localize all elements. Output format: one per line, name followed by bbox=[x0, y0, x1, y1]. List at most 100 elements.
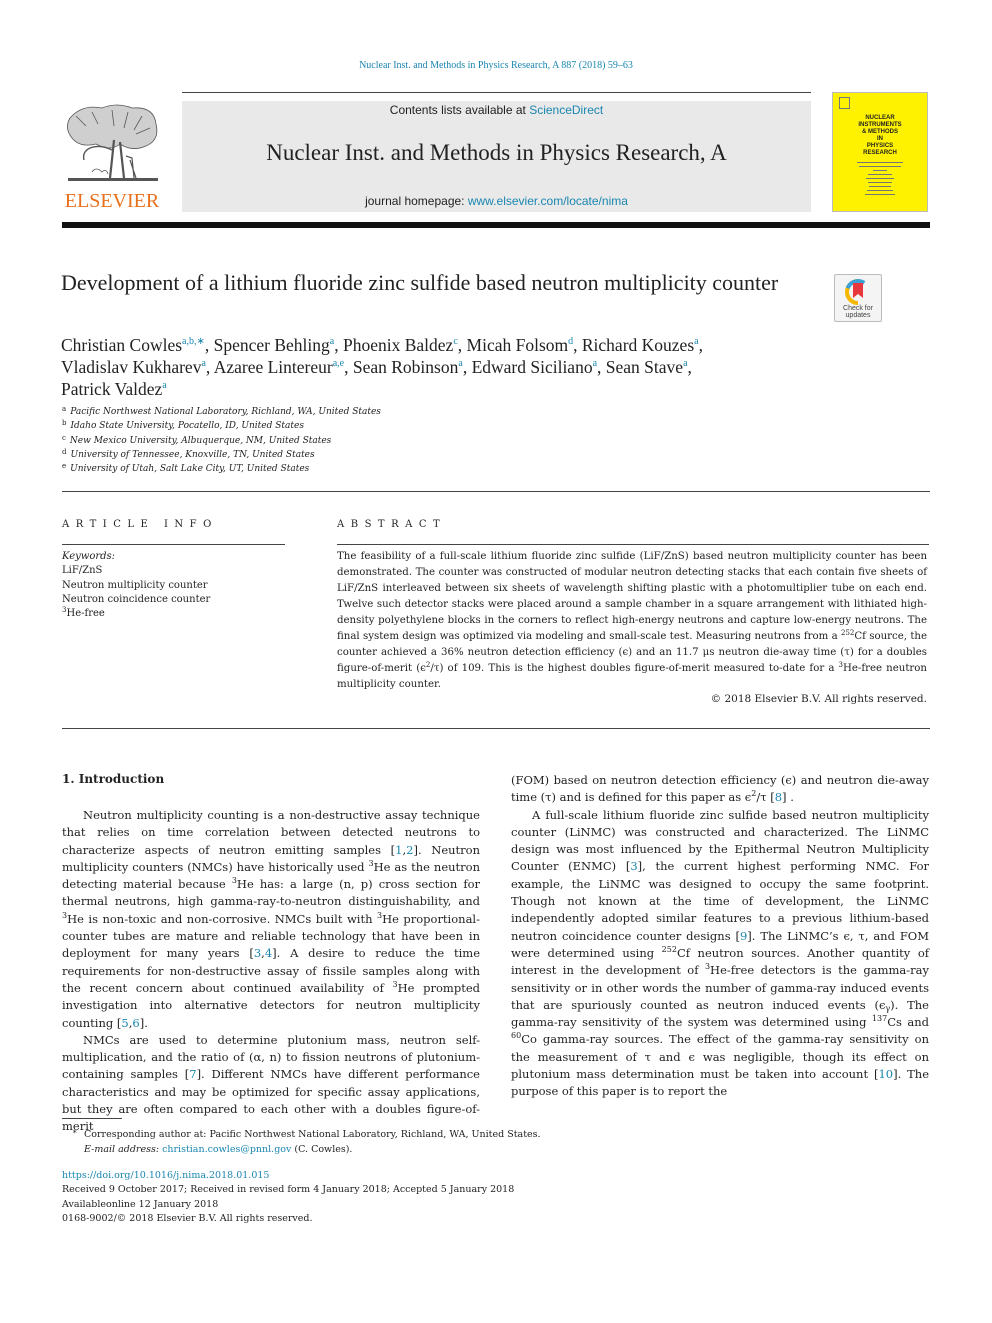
author-list: Christian Cowlesa,b,∗, Spencer Behlinga,… bbox=[61, 335, 703, 399]
affiliation-link[interactable]: a,e bbox=[333, 358, 344, 369]
author[interactable]: Vladislav Kukhareva bbox=[61, 357, 206, 377]
superscript: 60 bbox=[511, 1031, 522, 1041]
author[interactable]: Azaree Lintereura,e bbox=[214, 357, 344, 377]
citation-link[interactable]: 2 bbox=[406, 843, 413, 857]
journal-cover-thumbnail[interactable]: NUCLEAR INSTRUMENTS & METHODS IN PHYSICS… bbox=[832, 92, 928, 212]
keywords-label: Keywords: bbox=[62, 551, 116, 562]
citation-link[interactable]: 3 bbox=[630, 859, 637, 873]
check-for-updates-button[interactable]: Check for updates bbox=[834, 274, 882, 322]
affiliation: e University of Utah, Salt Lake City, UT,… bbox=[62, 462, 310, 475]
abstract-heading: ABSTRACT bbox=[337, 519, 447, 530]
email-link[interactable]: christian.cowles@pnnl.gov bbox=[162, 1144, 291, 1155]
sciencedirect-link[interactable]: ScienceDirect bbox=[529, 103, 603, 117]
affiliation-link[interactable]: a bbox=[162, 380, 166, 391]
contents-line: Contents lists available at ScienceDirec… bbox=[182, 103, 811, 117]
elsevier-tree-icon bbox=[67, 104, 158, 181]
superscript: 137 bbox=[871, 1014, 888, 1024]
affiliation-link[interactable]: a bbox=[330, 336, 334, 347]
citation-link[interactable]: 5 bbox=[121, 1016, 128, 1030]
paragraph: A full-scale lithium fluoride zinc sulfi… bbox=[511, 807, 930, 1099]
author[interactable]: Richard Kouzesa bbox=[582, 335, 699, 355]
citation-link[interactable]: 6 bbox=[132, 1016, 139, 1030]
cover-emblem-icon bbox=[839, 97, 850, 109]
affiliation-link[interactable]: c bbox=[453, 336, 457, 347]
article-title: Development of a lithium fluoride zinc s… bbox=[61, 270, 779, 295]
history: Received 9 October 2017; Received in rev… bbox=[62, 1184, 515, 1196]
author[interactable]: Sean Stavea bbox=[606, 357, 688, 377]
author[interactable]: Phoenix Baldezc bbox=[343, 335, 458, 355]
header-rule bbox=[182, 92, 811, 93]
affiliation: a Pacific Northwest National Laboratory, … bbox=[62, 405, 381, 418]
affiliation-link[interactable]: a bbox=[593, 358, 597, 369]
cover-title: NUCLEAR INSTRUMENTS & METHODS IN PHYSICS… bbox=[858, 115, 902, 156]
check-for-updates-label: Check for updates bbox=[843, 305, 873, 319]
citation-link[interactable]: 9 bbox=[740, 929, 747, 943]
body-column-left: Neutron multiplicity counting is a non-d… bbox=[62, 807, 480, 1136]
homepage-line: journal homepage: www.elsevier.com/locat… bbox=[182, 194, 811, 208]
superscript: 2 bbox=[751, 789, 757, 799]
affiliation-link[interactable]: a,b,∗ bbox=[182, 336, 205, 347]
section-heading-introduction: 1. Introduction bbox=[62, 772, 165, 786]
affiliation-link[interactable]: a bbox=[683, 358, 687, 369]
paragraph: Neutron multiplicity counting is a non-d… bbox=[62, 808, 480, 1030]
keywords: Keywords: LiF/ZnS Neutron multiplicity c… bbox=[62, 550, 292, 621]
subscript: γ bbox=[885, 1003, 891, 1013]
homepage-prefix: journal homepage: bbox=[365, 194, 468, 208]
citation-link[interactable]: 4 bbox=[265, 946, 272, 960]
superscript: 3 bbox=[368, 858, 374, 868]
author[interactable]: Spencer Behlinga bbox=[214, 335, 335, 355]
issn-copyright: 0168-9002/© 2018 Elsevier B.V. All right… bbox=[62, 1212, 313, 1224]
keyword: Neutron coincidence counter bbox=[62, 593, 211, 605]
article-info-heading: ARTICLE INFO bbox=[62, 519, 218, 530]
citation-link[interactable]: 3 bbox=[254, 946, 261, 960]
journal-homepage-link[interactable]: www.elsevier.com/locate/nima bbox=[468, 194, 628, 208]
online-date: Availableonline 12 January 2018 bbox=[62, 1198, 219, 1210]
author[interactable]: Sean Robinsona bbox=[353, 357, 463, 377]
contents-prefix: Contents lists available at bbox=[389, 103, 530, 117]
affiliations: a Pacific Northwest National Laboratory, … bbox=[62, 405, 562, 476]
keyword: 3He-free bbox=[62, 606, 105, 620]
check-for-updates-icon bbox=[845, 279, 871, 305]
author[interactable]: Christian Cowlesa,b,∗ bbox=[61, 335, 205, 355]
email-label: E-mail address: bbox=[84, 1144, 163, 1155]
abstract-copyright: © 2018 Elsevier B.V. All rights reserved… bbox=[710, 693, 927, 705]
article-info-rule bbox=[62, 544, 285, 545]
superscript: 3 bbox=[231, 876, 237, 886]
superscript: 3 bbox=[392, 979, 398, 989]
affiliation-link[interactable]: a bbox=[694, 336, 698, 347]
affiliation-link[interactable]: a bbox=[458, 358, 462, 369]
affiliation: c New Mexico University, Albuquerque, NM,… bbox=[62, 433, 332, 446]
citation-link[interactable]: 8 bbox=[775, 790, 782, 804]
section-rule bbox=[62, 491, 930, 492]
doi-link[interactable]: https://doi.org/10.1016/j.nima.2018.01.0… bbox=[62, 1169, 762, 1183]
elsevier-logo[interactable]: ELSEVIER bbox=[62, 100, 162, 212]
elsevier-wordmark: ELSEVIER bbox=[64, 190, 160, 212]
author[interactable]: Micah Folsomd bbox=[467, 335, 574, 355]
author[interactable]: Edward Sicilianoa bbox=[472, 357, 597, 377]
affiliation: b Idaho State University, Pocatello, ID, … bbox=[62, 419, 304, 432]
abstract-rule bbox=[337, 544, 929, 545]
cover-text-lines bbox=[855, 159, 905, 198]
superscript: 3 bbox=[62, 910, 68, 920]
superscript: 252 bbox=[661, 944, 677, 954]
masthead-rule bbox=[62, 222, 930, 228]
corresponding-author-footnote: ∗ Corresponding author at: Pacific Northw… bbox=[62, 1124, 662, 1157]
affiliation: d University of Tennessee, Knoxville, TN,… bbox=[62, 447, 315, 460]
citation-link[interactable]: 7 bbox=[189, 1067, 196, 1081]
paragraph: (FOM) based on neutron detection efficie… bbox=[511, 773, 929, 805]
paragraph: NMCs are used to determine plutonium mas… bbox=[62, 1032, 480, 1134]
journal-title: Nuclear Inst. and Methods in Physics Res… bbox=[266, 140, 727, 165]
abstract-end-rule bbox=[62, 728, 930, 729]
affiliation-link[interactable]: a bbox=[201, 358, 205, 369]
citation-link[interactable]: 10 bbox=[878, 1067, 893, 1081]
superscript: 3 bbox=[704, 962, 711, 972]
footnote-rule bbox=[62, 1118, 122, 1119]
body-column-right: (FOM) based on neutron detection efficie… bbox=[511, 772, 929, 1101]
publication-info: https://doi.org/10.1016/j.nima.2018.01.0… bbox=[62, 1169, 762, 1226]
running-head[interactable]: Nuclear Inst. and Methods in Physics Res… bbox=[0, 60, 992, 71]
citation-link[interactable]: 1 bbox=[395, 843, 402, 857]
superscript: 3 bbox=[376, 910, 383, 920]
author[interactable]: Patrick Valdeza bbox=[61, 379, 167, 399]
affiliation-link[interactable]: d bbox=[568, 336, 573, 347]
abstract-text: The feasibility of a full-scale lithium … bbox=[337, 551, 928, 690]
